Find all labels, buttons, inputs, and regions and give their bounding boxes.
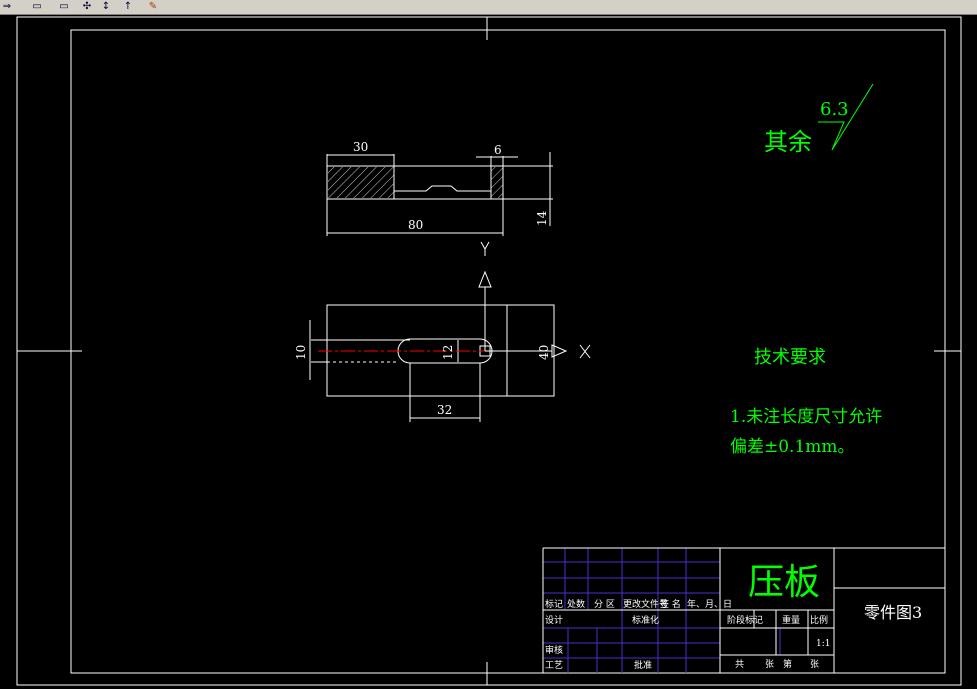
surface-roughness-symbol: 其余 6.3 bbox=[764, 83, 874, 156]
lbl-review: 审核 bbox=[545, 644, 563, 656]
dim-6: 6 bbox=[494, 143, 502, 157]
notes-title: 技术要求 bbox=[754, 347, 826, 368]
match-properties-icon[interactable]: ✣ bbox=[80, 0, 94, 13]
dim-80: 80 bbox=[408, 218, 423, 232]
hdr-sign: 签 名 bbox=[660, 598, 681, 610]
cursor-icon[interactable]: ↑ bbox=[122, 0, 134, 13]
roughness-value: 6.3 bbox=[820, 99, 849, 120]
coordinate-axes bbox=[478, 241, 591, 359]
dim-10: 10 bbox=[294, 345, 308, 360]
lbl-process: 工艺 bbox=[545, 660, 563, 671]
drawing-number: 零件图3 bbox=[864, 603, 922, 622]
front-view bbox=[309, 304, 555, 422]
notes-line-1: 1.未注长度尺寸允许 bbox=[730, 407, 882, 427]
paste-icon[interactable]: ▭ bbox=[56, 0, 72, 13]
lbl-weight: 重量 bbox=[782, 614, 800, 626]
hdr-date: 年、月、日 bbox=[687, 598, 732, 610]
top-view bbox=[326, 152, 553, 236]
lbl-design: 设计 bbox=[545, 614, 563, 626]
part-name: 压板 bbox=[748, 562, 820, 603]
lbl-standardize: 标准化 bbox=[632, 614, 659, 626]
sheets-total-prefix: 共 bbox=[735, 659, 744, 670]
dim-12: 12 bbox=[441, 345, 455, 360]
notes-line-2: 偏差±0.1mm。 bbox=[730, 437, 855, 457]
hdr-zone: 分 区 bbox=[594, 599, 615, 610]
lbl-stage-mark: 阶段标记 bbox=[727, 614, 763, 626]
sheets-current-prefix: 第 bbox=[783, 658, 792, 670]
sheets-current-suffix: 张 bbox=[810, 659, 819, 670]
toolbar: ⇒ ▭ ▭ ✣ ↕ ↑ ✎ bbox=[0, 0, 977, 15]
drawing-canvas[interactable]: 其余 6.3 30 6 80 14 10 12 40 32 技术要求 1.未注长… bbox=[0, 14, 977, 689]
dim-30: 30 bbox=[353, 140, 368, 154]
pan-icon[interactable]: ↕ bbox=[100, 0, 112, 13]
redo-icon[interactable]: ⇒ bbox=[0, 0, 14, 13]
dim-14: 14 bbox=[535, 210, 549, 226]
roughness-prefix: 其余 bbox=[764, 128, 812, 156]
dim-40: 40 bbox=[537, 345, 551, 360]
title-block: 压板 零件图3 标记 处数 分 区 更改文件号 签 名 年、月、日 设计 标准化… bbox=[542, 547, 945, 673]
sheets-total-suffix: 张 bbox=[765, 659, 774, 670]
copy-icon[interactable]: ▭ bbox=[29, 0, 45, 13]
hdr-mark: 标记 bbox=[545, 598, 563, 610]
lbl-scale: 比例 bbox=[810, 614, 828, 626]
hdr-count: 处数 bbox=[567, 598, 585, 610]
dim-32: 32 bbox=[437, 403, 452, 417]
scale-value: 1:1 bbox=[816, 639, 830, 649]
lbl-approve: 批准 bbox=[634, 659, 652, 671]
brush-icon[interactable]: ✎ bbox=[146, 0, 160, 13]
